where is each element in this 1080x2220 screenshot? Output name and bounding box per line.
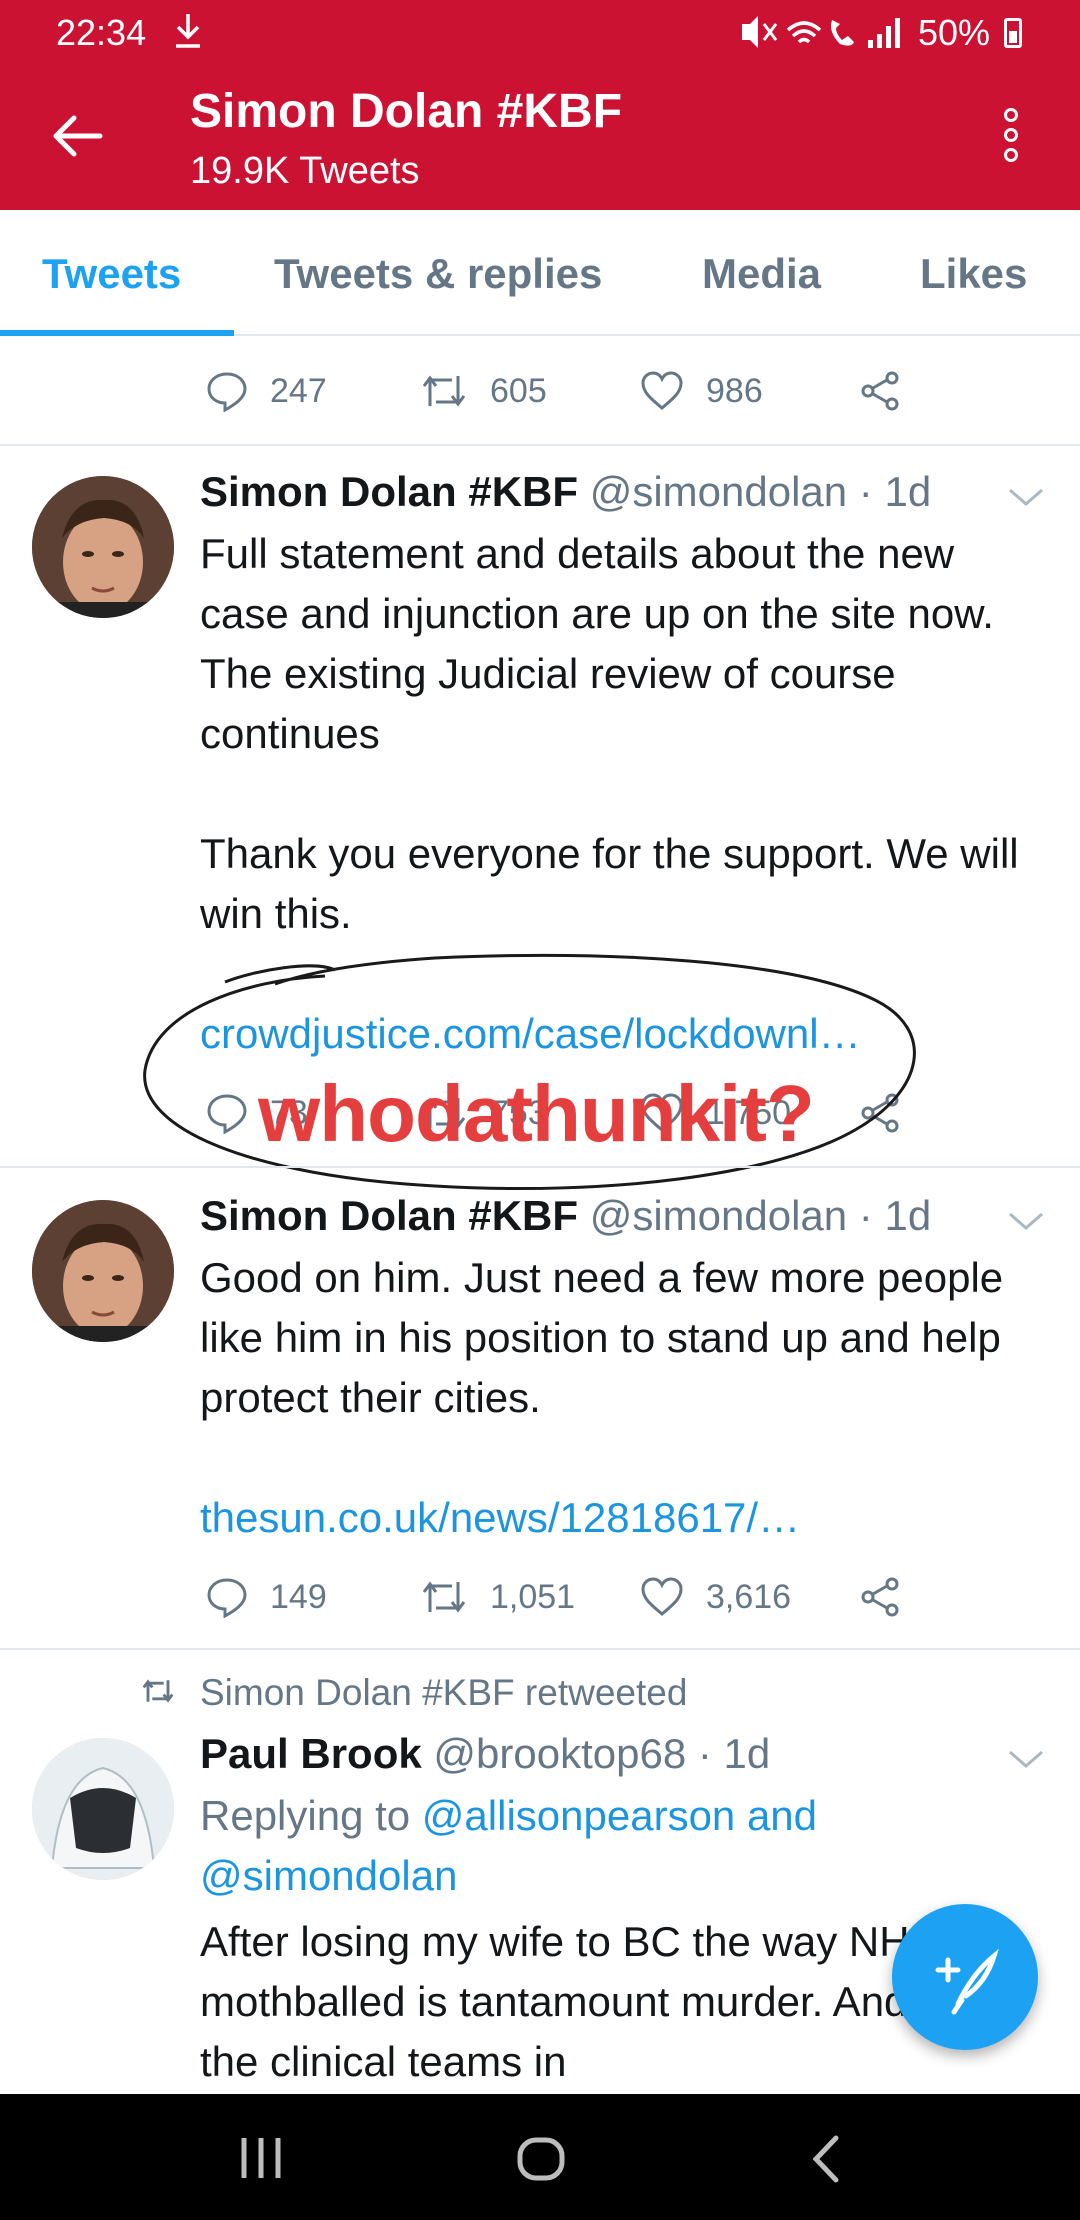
share-icon (861, 371, 899, 411)
tab-likes[interactable]: Likes (920, 250, 1027, 298)
overflow-menu-icon[interactable] (996, 108, 1026, 168)
retweet-count: 605 (490, 371, 547, 410)
reply-icon (207, 1094, 247, 1134)
back-nav-icon[interactable] (806, 2134, 846, 2189)
retweet-count: 1,051 (490, 1577, 576, 1616)
replying-prefix: Replying to (200, 1792, 422, 1839)
author-handle-time: @simondolan · 1d (589, 468, 932, 515)
compose-tweet-button[interactable] (892, 1904, 1038, 2050)
profile-title: Simon Dolan #KBF (190, 85, 623, 138)
divider (0, 1648, 1080, 1650)
tab-tweets-replies[interactable]: Tweets & replies (274, 250, 602, 298)
heart-icon (641, 371, 683, 410)
tweet-link[interactable]: crowdjustice.com/case/lockdownl… (200, 1004, 1050, 1064)
tweet-text: Good on him. Just need a few more people… (200, 1254, 1004, 1421)
reply-count: 149 (270, 1577, 327, 1616)
author-name[interactable]: Simon Dolan #KBF (200, 1192, 578, 1239)
divider (0, 444, 1080, 446)
avatar[interactable] (32, 1738, 174, 1880)
share-button[interactable] (858, 1092, 924, 1134)
download-icon (172, 10, 204, 59)
author-name[interactable]: Paul Brook (200, 1730, 422, 1777)
compose-feather-icon (935, 1948, 999, 2015)
tweet-header: Paul Brook @brooktop68 · 1d (200, 1730, 770, 1778)
chevron-down-icon[interactable] (1006, 1746, 1046, 1772)
like-count: 986 (706, 371, 763, 410)
retweet-button[interactable]: 605 (420, 370, 547, 412)
share-icon (861, 1093, 899, 1133)
profile-tabs: Tweets Tweets & replies Media Likes (0, 210, 1080, 336)
like-button[interactable]: 986 (640, 370, 763, 412)
share-button[interactable] (858, 1576, 924, 1618)
battery-percent: 50% (918, 12, 991, 53)
retweeted-by[interactable]: Simon Dolan #KBF retweeted (200, 1672, 687, 1714)
retweet-icon (140, 1676, 176, 1711)
back-arrow-icon[interactable] (48, 112, 104, 160)
avatar[interactable] (32, 1200, 174, 1342)
tab-tweets[interactable]: Tweets (42, 250, 181, 298)
tweet-count: 19.9K Tweets (190, 150, 420, 192)
battery-icon (1004, 18, 1022, 48)
reply-button[interactable]: 247 (206, 370, 327, 412)
app-header: 22:34 50% Simon Dolan #KBF 19.9K Tweets (0, 0, 1080, 210)
reply-icon (207, 372, 247, 412)
author-handle-time: @brooktop68 · 1d (433, 1730, 771, 1777)
reply-count: 247 (270, 371, 327, 410)
tweet-header: Simon Dolan #KBF @simondolan · 1d (200, 468, 931, 516)
tweet-actions: 247 605 986 (0, 362, 1080, 422)
replying-to: Replying to @allisonpearson and @simondo… (200, 1786, 1050, 1906)
home-icon[interactable] (516, 2134, 566, 2189)
signal-icons (736, 12, 906, 60)
retweet-icon (422, 375, 466, 407)
tab-media[interactable]: Media (702, 250, 821, 298)
annotation-text: whodathunkit? (258, 1069, 815, 1158)
avatar[interactable] (32, 476, 174, 618)
share-button[interactable] (858, 370, 924, 412)
divider (0, 1166, 1080, 1168)
like-button[interactable]: 3,616 (640, 1576, 791, 1618)
active-tab-indicator (0, 330, 234, 336)
tweet-link[interactable]: thesun.co.uk/news/12818617/… (200, 1488, 1050, 1548)
system-nav-bar (0, 2094, 1080, 2220)
retweet-icon (422, 1581, 466, 1613)
like-count: 3,616 (706, 1577, 792, 1616)
author-name[interactable]: Simon Dolan #KBF (200, 468, 578, 515)
reply-icon (207, 1578, 247, 1618)
author-handle-time: @simondolan · 1d (589, 1192, 932, 1239)
chevron-down-icon[interactable] (1006, 484, 1046, 510)
chevron-down-icon[interactable] (1006, 1208, 1046, 1234)
heart-icon (641, 1577, 683, 1616)
tweet-header: Simon Dolan #KBF @simondolan · 1d (200, 1192, 931, 1240)
retweet-button[interactable]: 1,051 (420, 1576, 575, 1618)
share-icon (861, 1577, 899, 1617)
status-time: 22:34 (56, 12, 147, 53)
tweet-actions: 149 1,051 3,616 (0, 1568, 1080, 1628)
tweet-text: Full statement and details about the new… (200, 530, 1019, 937)
reply-button[interactable]: 149 (206, 1576, 327, 1618)
status-bar: 22:34 50% (0, 0, 1080, 66)
recent-apps-icon[interactable] (236, 2136, 286, 2185)
